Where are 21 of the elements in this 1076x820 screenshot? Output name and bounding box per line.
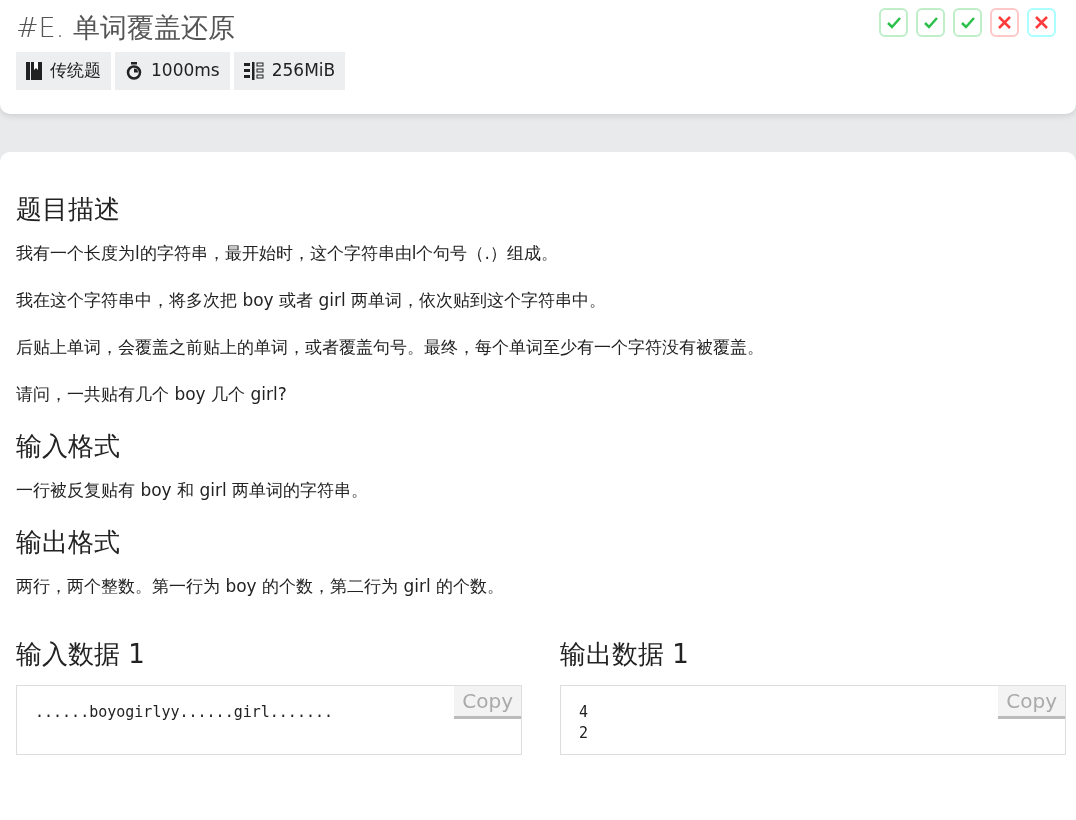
memory-icon <box>243 62 264 81</box>
section-heading: 输出格式 <box>16 527 121 559</box>
section-heading: 输出数据 1 <box>560 639 690 671</box>
section-heading: 输入格式 <box>16 431 121 463</box>
paragraph: 请问，一共贴有几个 boy 几个 girl? <box>16 383 288 407</box>
stopwatch-icon <box>125 62 143 81</box>
copy-button[interactable]: Copy <box>998 685 1065 719</box>
paragraph: 后贴上单词，会覆盖之前贴上的单词，或者覆盖句号。最终，每个单词至少有一个字符没有被覆盖。 <box>16 336 765 360</box>
paragraph: 两行，两个整数。第一行为 boy 的个数，第二行为 girl 的个数。 <box>16 575 506 599</box>
paragraph: 一行被反复贴有 boy 和 girl 两单词的字符串。 <box>16 479 370 503</box>
paragraph: 我在这个字符串中，将多次把 boy 或者 girl 两单词，依次贴到这个字符串中。 <box>16 289 608 313</box>
book-icon <box>26 62 42 81</box>
section-heading: 题目描述 <box>16 193 121 226</box>
tag-label: 1000ms <box>115 52 230 90</box>
copy-button[interactable]: Copy <box>454 685 521 719</box>
paragraph: 我有一个长度为l的字符串，最开始时，这个字符串由l个句号（.）组成。 <box>16 242 559 266</box>
tag-label: 256MiB <box>233 52 346 90</box>
code-line: 2 <box>579 722 590 744</box>
section-heading: 输入数据 1 <box>16 639 146 671</box>
problem-title: #E. 单词覆盖还原 <box>16 12 235 45</box>
tag-label: 传统题 <box>16 52 111 90</box>
